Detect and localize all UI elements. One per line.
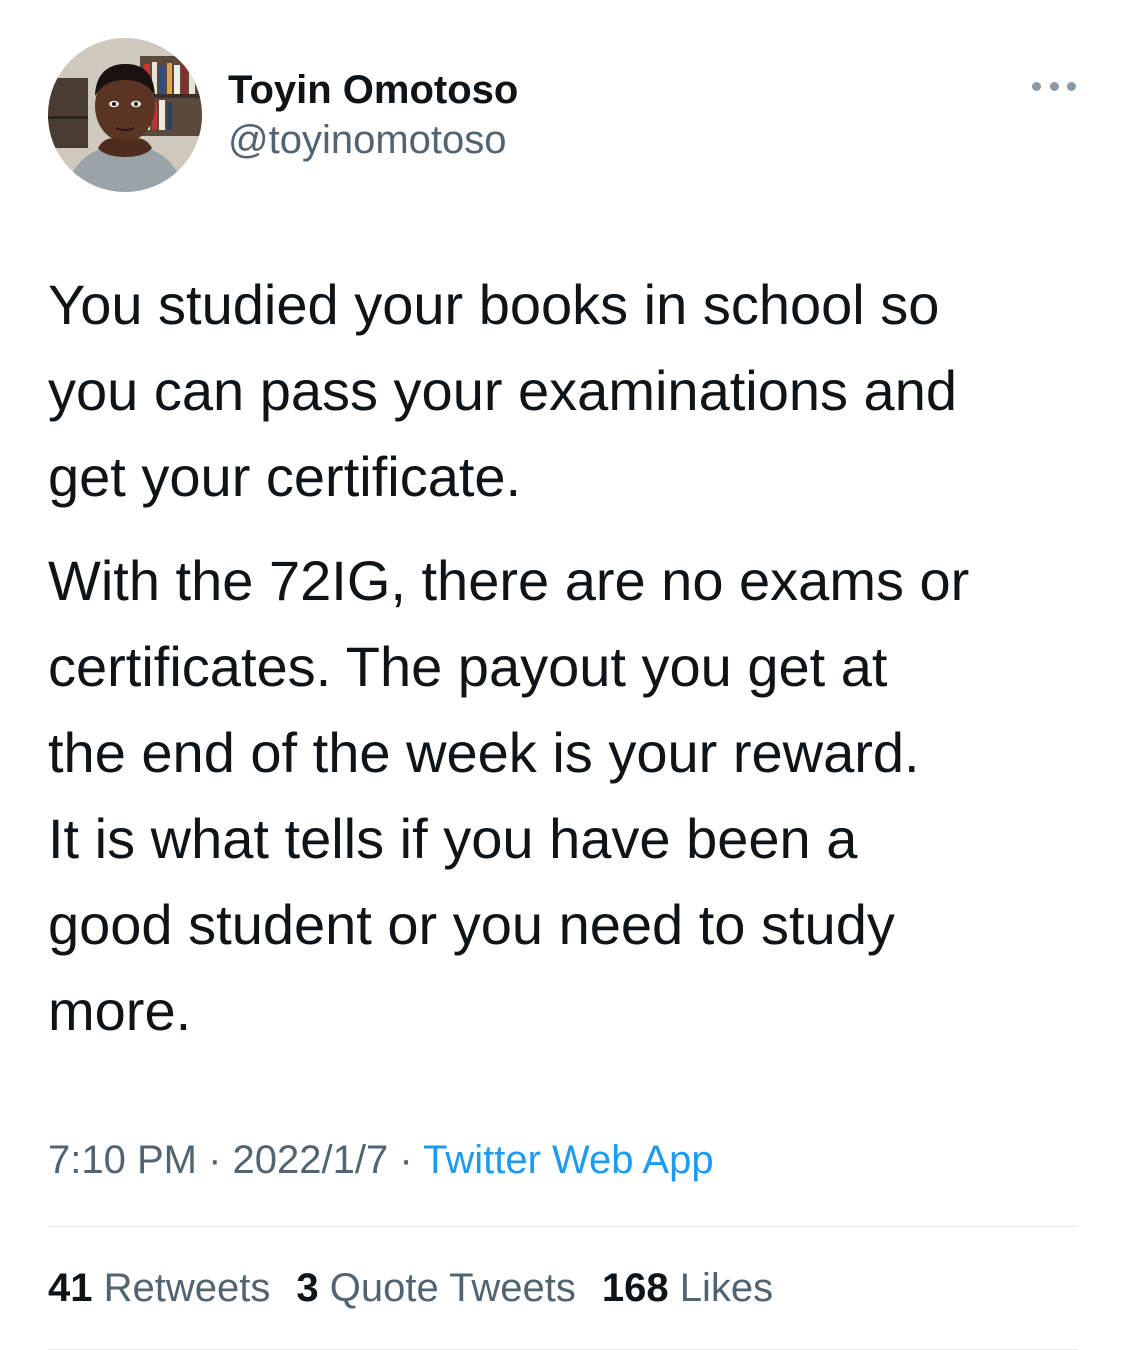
tweet-header: Toyin Omotoso @toyinomotoso	[48, 38, 1078, 192]
dot	[1032, 81, 1041, 91]
dot	[1049, 81, 1059, 91]
tweet-source-link[interactable]: Twitter Web App	[423, 1138, 714, 1182]
quote-tweets-count: 3	[296, 1265, 319, 1310]
author-info: Toyin Omotoso @toyinomotoso	[228, 66, 518, 166]
tweet-date[interactable]: 2022/1/7	[233, 1138, 389, 1182]
tweet-stats: 41 Retweets 3 Quote Tweets 168 Likes	[48, 1227, 1078, 1349]
likes-label: Likes	[679, 1265, 774, 1310]
quote-tweets-stat[interactable]: 3 Quote Tweets	[296, 1266, 575, 1311]
meta-separator: ·	[208, 1138, 222, 1182]
retweets-stat[interactable]: 41 Retweets	[48, 1266, 270, 1311]
author-name[interactable]: Toyin Omotoso	[228, 66, 518, 114]
dot	[1067, 81, 1076, 91]
more-horizontal-icon[interactable]	[1032, 74, 1076, 98]
tweet-time[interactable]: 7:10 PM	[48, 1138, 197, 1182]
meta-separator: ·	[399, 1138, 413, 1182]
quote-tweets-label: Quote Tweets	[329, 1265, 576, 1310]
profile-photo-icon	[48, 38, 202, 192]
retweets-label: Retweets	[103, 1265, 271, 1310]
tweet-card: Toyin Omotoso @toyinomotoso You studied …	[48, 38, 1078, 1350]
likes-count: 168	[601, 1265, 669, 1310]
tweet-text: You studied your books in school so you …	[48, 262, 1078, 1054]
tweet-meta: 7:10 PM · 2022/1/7 · Twitter Web App	[48, 1134, 1078, 1186]
retweets-count: 41	[48, 1265, 93, 1310]
likes-stat[interactable]: 168 Likes	[602, 1266, 773, 1311]
tweet-paragraph: With the 72IG, there are no exams or cer…	[48, 549, 970, 1042]
avatar[interactable]	[48, 38, 202, 192]
author-handle[interactable]: @toyinomotoso	[228, 114, 518, 166]
tweet-paragraph: You studied your books in school so you …	[48, 273, 957, 508]
